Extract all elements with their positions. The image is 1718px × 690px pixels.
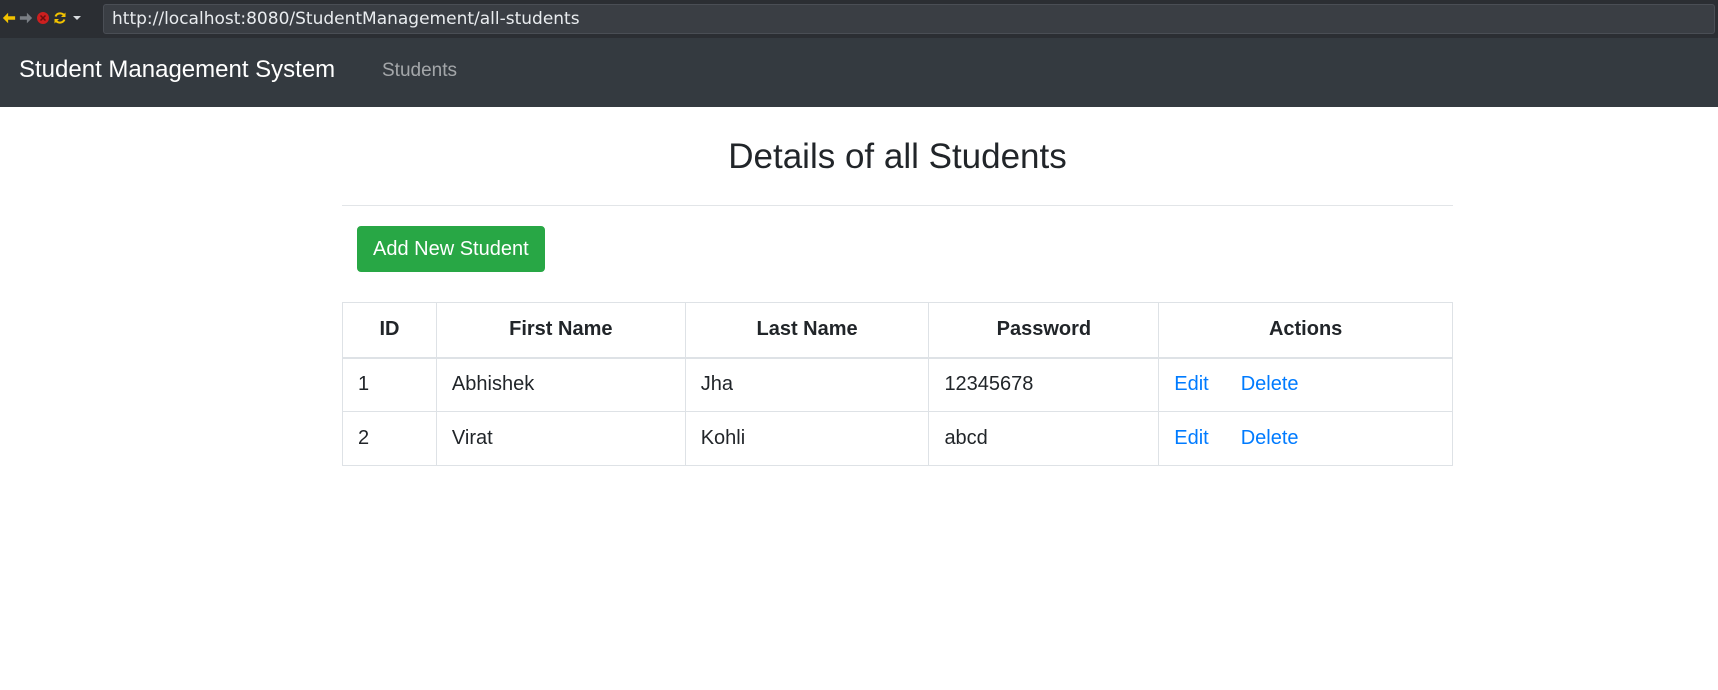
reload-icon[interactable] [53,11,67,25]
cell-actions: Edit Delete [1158,411,1453,466]
header-id: ID [342,302,437,359]
table-header-row: ID First Name Last Name Password Actions [342,302,1453,359]
cell-actions: Edit Delete [1158,357,1453,412]
add-new-student-button[interactable]: Add New Student [357,226,545,272]
forward-arrow-icon[interactable] [19,11,33,25]
delete-link[interactable]: Delete [1241,427,1299,449]
title-divider [342,205,1453,206]
header-last-name: Last Name [684,302,930,359]
cell-password: 12345678 [928,357,1160,412]
main-content: Details of all Students Add New Student … [342,107,1453,466]
students-table: ID First Name Last Name Password Actions… [342,302,1453,466]
back-arrow-icon[interactable] [2,11,16,25]
nav-link-students[interactable]: Students [382,60,457,82]
navbar-brand[interactable]: Student Management System [19,56,335,84]
delete-link[interactable]: Delete [1241,373,1299,395]
edit-link[interactable]: Edit [1174,373,1208,395]
stop-icon[interactable] [36,11,50,25]
browser-nav-buttons [2,7,84,29]
cell-last-name: Jha [684,357,930,412]
table-row: 1 Abhishek Jha 12345678 Edit Delete [342,357,1453,412]
history-dropdown-icon[interactable] [70,11,84,25]
header-password: Password [928,302,1160,359]
edit-link[interactable]: Edit [1174,427,1208,449]
page-title: Details of all Students [728,137,1067,176]
url-address-bar[interactable]: http://localhost:8080/StudentManagement/… [103,4,1715,34]
header-first-name: First Name [435,302,686,359]
cell-id: 2 [342,411,437,466]
table-row: 2 Virat Kohli abcd Edit Delete [342,411,1453,466]
cell-first-name: Abhishek [435,357,686,412]
cell-id: 1 [342,357,437,412]
cell-first-name: Virat [435,411,686,466]
cell-last-name: Kohli [684,411,930,466]
browser-toolbar: http://localhost:8080/StudentManagement/… [0,0,1718,38]
cell-password: abcd [928,411,1160,466]
app-navbar: Student Management System Students [0,38,1718,107]
header-actions: Actions [1158,302,1453,359]
